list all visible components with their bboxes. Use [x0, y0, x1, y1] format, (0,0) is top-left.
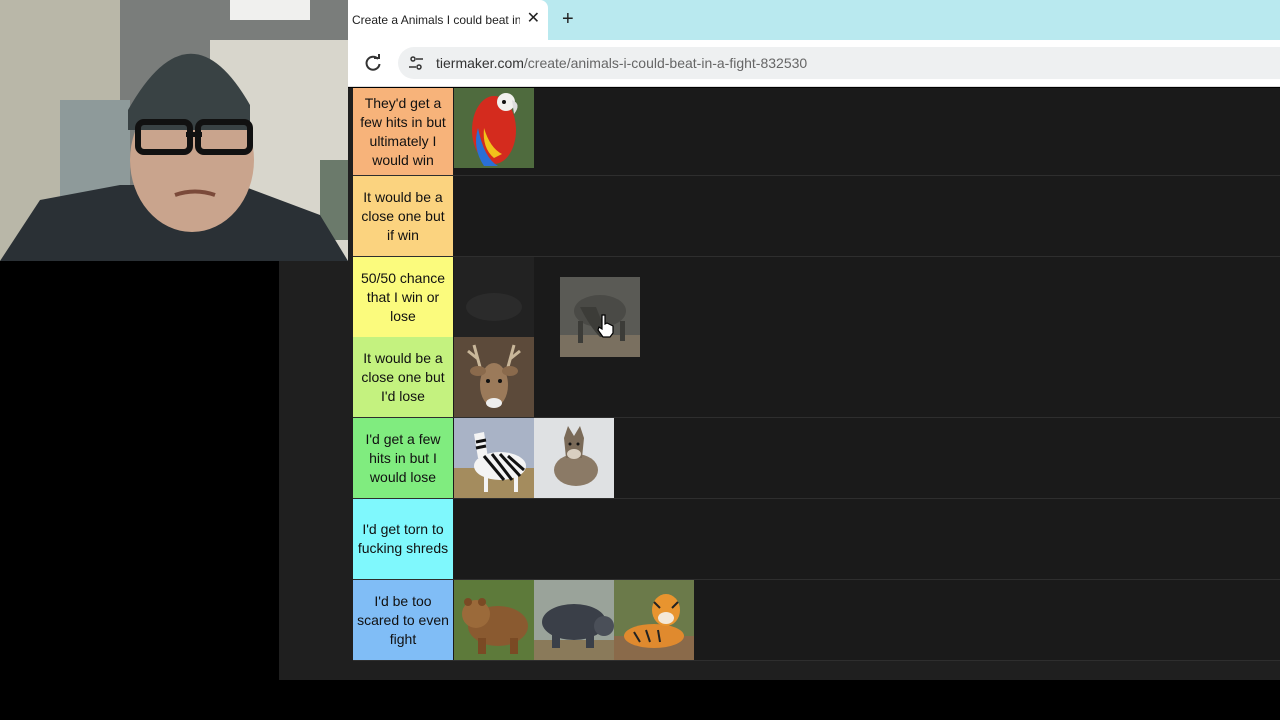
tier-items	[454, 580, 694, 660]
tier-row: It would be a close one but if win	[353, 176, 1280, 257]
tier-label[interactable]: They'd get a few hits in but ultimately …	[353, 88, 453, 175]
address-bar[interactable]: tiermaker.com/create/animals-i-could-bea…	[398, 47, 1280, 79]
tier-items	[454, 418, 614, 498]
tier-label[interactable]: It would be a close one but I'd lose	[353, 337, 453, 417]
tier-row: I'd get torn to fucking shreds	[353, 499, 1280, 580]
browser-tab-strip: Create a Animals I could beat in ✕ +	[348, 0, 1280, 40]
tier-items	[454, 257, 534, 337]
drag-placeholder-image[interactable]	[454, 257, 534, 337]
tier-label[interactable]: I'd get torn to fucking shreds	[353, 499, 453, 579]
wolf-image[interactable]	[534, 418, 614, 498]
hand-cursor-icon	[597, 314, 614, 338]
tier-label[interactable]: I'd get a few hits in but I would lose	[353, 418, 453, 498]
new-tab-icon[interactable]: +	[562, 9, 574, 29]
url-host: tiermaker.com	[436, 55, 524, 71]
tier-row: I'd get a few hits in but I would lose	[353, 418, 1280, 499]
tier-label[interactable]: 50/50 chance that I win or lose	[353, 257, 453, 337]
tier-label[interactable]: I'd be too scared to even fight	[353, 580, 453, 660]
tiger-image[interactable]	[614, 580, 694, 660]
tier-items	[454, 337, 534, 417]
close-icon[interactable]: ✕	[527, 11, 540, 27]
url-path: /create/animals-i-could-beat-in-a-fight-…	[523, 55, 808, 71]
hippo-image[interactable]	[534, 580, 614, 660]
parrot-image[interactable]	[454, 88, 534, 168]
deer-image[interactable]	[454, 337, 534, 417]
bear-image[interactable]	[454, 580, 534, 660]
url-text: tiermaker.com/create/animals-i-could-bea…	[436, 55, 807, 71]
tier-label[interactable]: It would be a close one but if win	[353, 176, 453, 256]
tier-row: They'd get a few hits in but ultimately …	[353, 88, 1280, 176]
webcam-overlay	[0, 0, 348, 261]
tier-row: I'd be too scared to even fight	[353, 580, 1280, 661]
tier-row: It would be a close one but I'd lose	[353, 337, 1280, 418]
site-info-icon[interactable]	[408, 55, 424, 71]
tier-row: 50/50 chance that I win or lose	[353, 257, 1280, 338]
reload-icon[interactable]	[364, 54, 382, 72]
browser-toolbar: tiermaker.com/create/animals-i-could-bea…	[348, 40, 1280, 87]
tab-title: Create a Animals I could beat in	[352, 13, 520, 27]
tier-items	[454, 88, 534, 168]
zebra-image[interactable]	[454, 418, 534, 498]
browser-tab[interactable]: Create a Animals I could beat in ✕	[348, 0, 548, 40]
